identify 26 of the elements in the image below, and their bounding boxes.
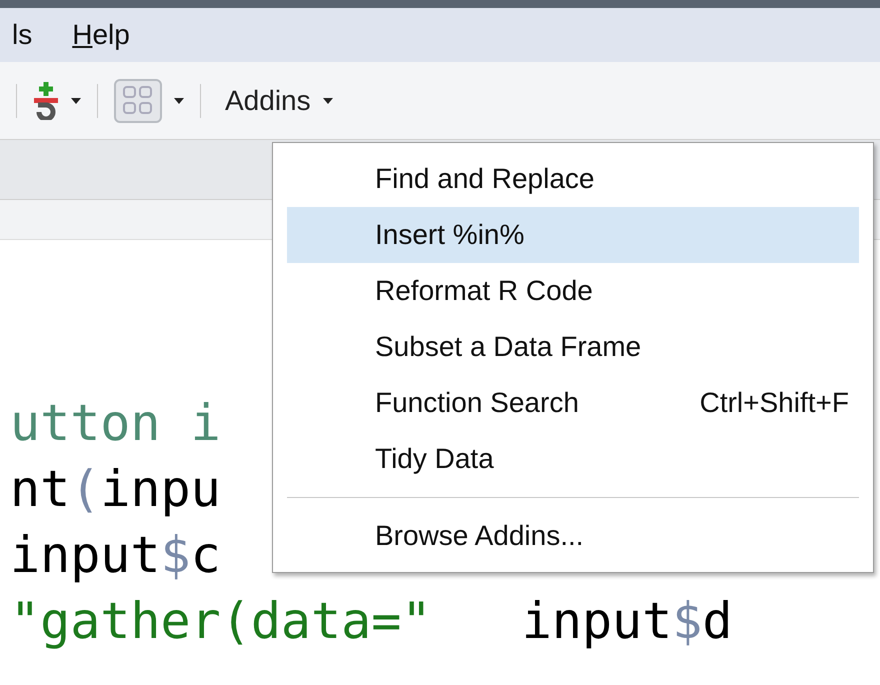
shortcut-label: Ctrl+Shift+F: [700, 386, 849, 420]
insert-chunk-icon[interactable]: [33, 82, 59, 120]
menu-option[interactable]: Function Search Ctrl+Shift+F: [287, 375, 859, 431]
menu-item[interactable]: Help: [72, 14, 130, 56]
menu-option[interactable]: Reformat R Code: [287, 263, 859, 319]
addins-menu-button[interactable]: Addins: [217, 80, 341, 122]
option-label: Function Search: [375, 386, 579, 420]
menu-option[interactable]: Browse Addins...: [287, 508, 859, 564]
code-line: utton i: [10, 393, 221, 454]
option-label: Tidy Data: [375, 442, 494, 476]
option-label: Browse Addins...: [375, 519, 584, 553]
option-label: Subset a Data Frame: [375, 330, 642, 364]
option-label: Insert %in%: [375, 218, 524, 252]
menu-option[interactable]: Subset a Data Frame: [287, 319, 859, 375]
menu-item[interactable]: ls: [12, 14, 32, 56]
option-label: Find and Replace: [375, 162, 594, 196]
menu-option[interactable]: Insert %in%: [287, 207, 859, 263]
menu-option[interactable]: Tidy Data: [287, 431, 859, 487]
code-line: "gather(data=" input$d: [10, 591, 732, 652]
menu-option[interactable]: Find and Replace: [287, 151, 859, 207]
code-line: nt(inpu: [10, 459, 221, 520]
caret-icon: [174, 98, 184, 104]
caret-icon: [322, 98, 333, 104]
option-label: Reformat R Code: [375, 274, 593, 308]
caret-icon: [71, 98, 81, 104]
code-line: input$c: [10, 525, 221, 586]
